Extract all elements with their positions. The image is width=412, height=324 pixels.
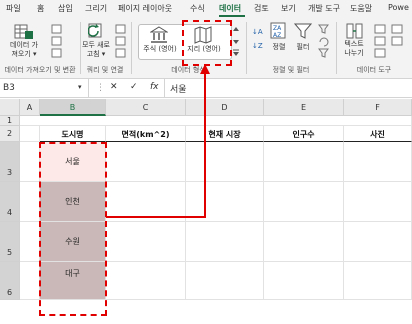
connector-arrow xyxy=(106,64,210,218)
